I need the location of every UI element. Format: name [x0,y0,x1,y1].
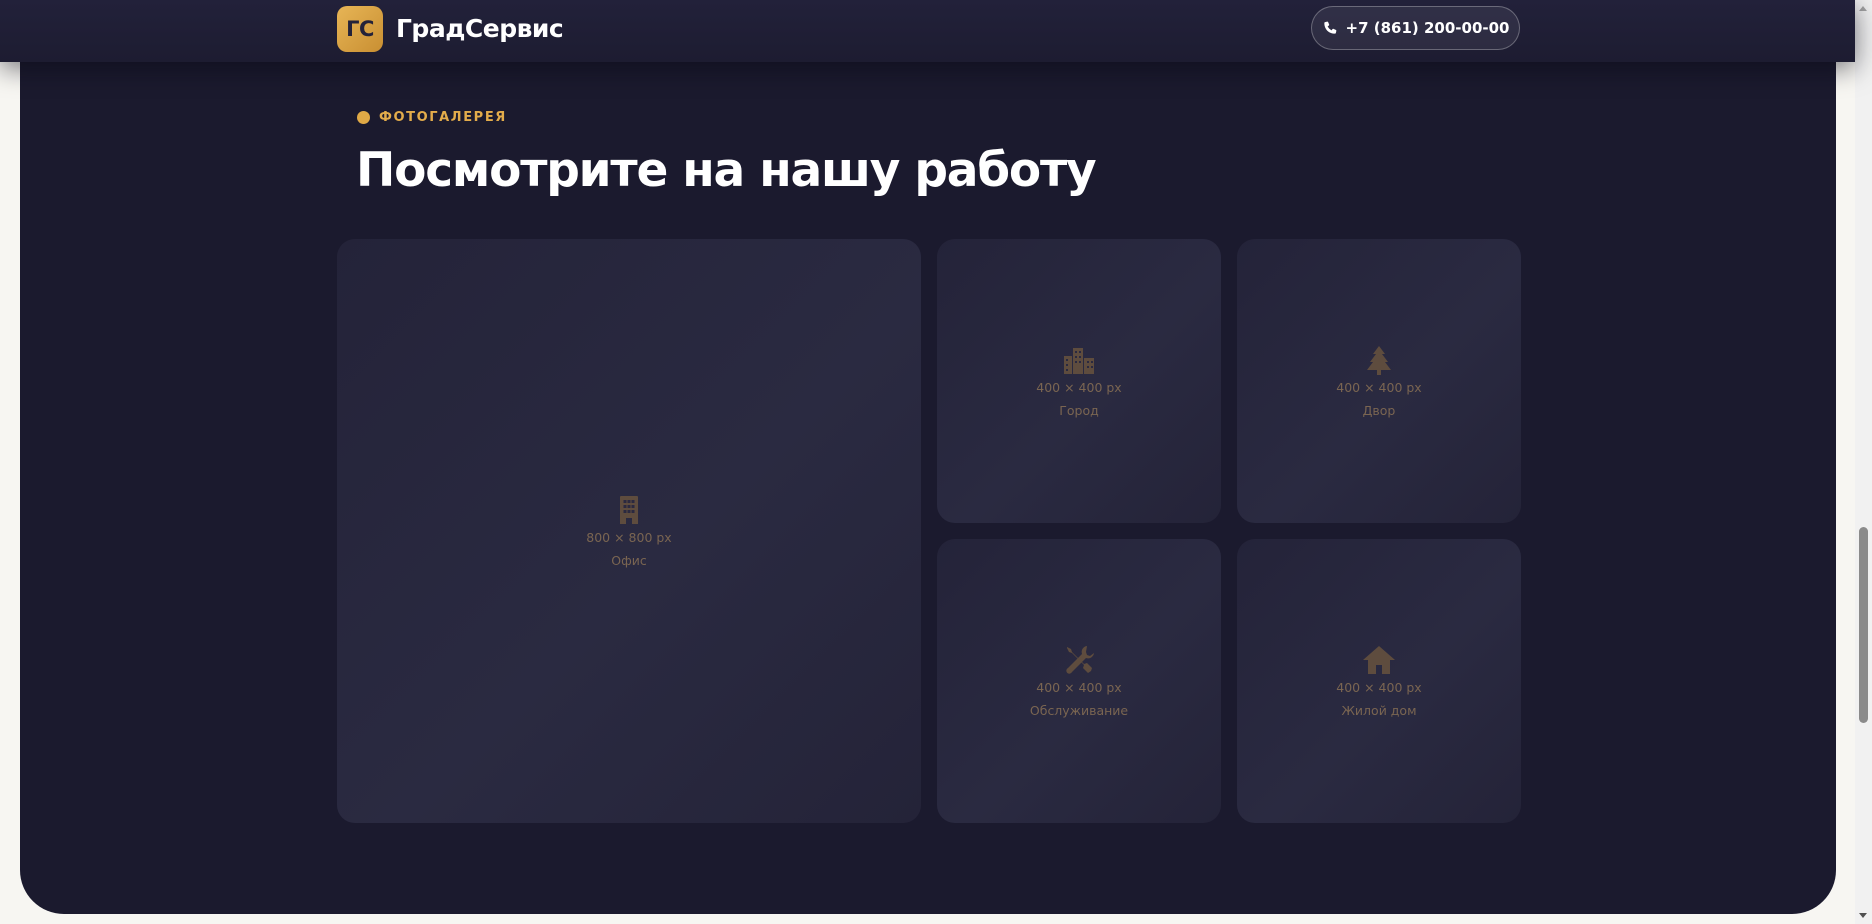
scroll-down-icon[interactable] [1859,913,1867,918]
logo-name[interactable]: ГрадСервис [396,12,564,46]
tile-size-label: 800 × 800 px [586,529,672,545]
scroll-up-icon[interactable] [1859,6,1867,11]
phone-button[interactable]: +7 (861) 200-00-00 [1311,6,1520,50]
tree-icon [1361,343,1397,377]
gallery-tile-city[interactable]: 400 × 400 px Город [937,239,1221,523]
office-building-icon [611,493,647,527]
scrollbar[interactable] [1855,0,1872,924]
tile-caption: Офис [611,552,647,568]
tile-size-label: 400 × 400 px [1036,379,1122,395]
gallery-tile-yard[interactable]: 400 × 400 px Двор [1237,239,1521,523]
section-kicker: ФОТОГАЛЕРЕЯ [357,108,507,126]
phone-icon [1323,21,1336,34]
tile-size-label: 400 × 400 px [1036,679,1122,695]
kicker-dot [357,110,370,124]
house-icon [1361,643,1397,677]
gallery-tile-house[interactable]: 400 × 400 px Жилой дом [1237,539,1521,823]
tile-caption: Обслуживание [1029,702,1129,718]
tile-size-label: 400 × 400 px [1336,679,1422,695]
kicker-label: ФОТОГАЛЕРЕЯ [379,109,507,125]
gallery-tile-office[interactable]: 800 × 800 px Офис [337,239,921,823]
phone-number: +7 (861) 200-00-00 [1345,19,1510,37]
gallery-section: ФОТОГАЛЕРЕЯ Посмотрите на нашу работу 80… [20,0,1836,914]
tile-caption: Двор [1362,402,1396,418]
section-title: Посмотрите на нашу работу [356,143,1097,198]
scroll-thumb[interactable] [1859,527,1868,723]
site-header: ГС ГрадСервис +7 (861) 200-00-00 [0,0,1855,62]
gallery-tile-service[interactable]: 400 × 400 px Обслуживание [937,539,1221,823]
tile-caption: Жилой дом [1341,702,1417,718]
logo-badge[interactable]: ГС [337,6,383,52]
tile-size-label: 400 × 400 px [1336,379,1422,395]
tile-caption: Город [1059,402,1099,418]
tools-icon [1061,643,1097,677]
city-icon [1061,343,1097,377]
